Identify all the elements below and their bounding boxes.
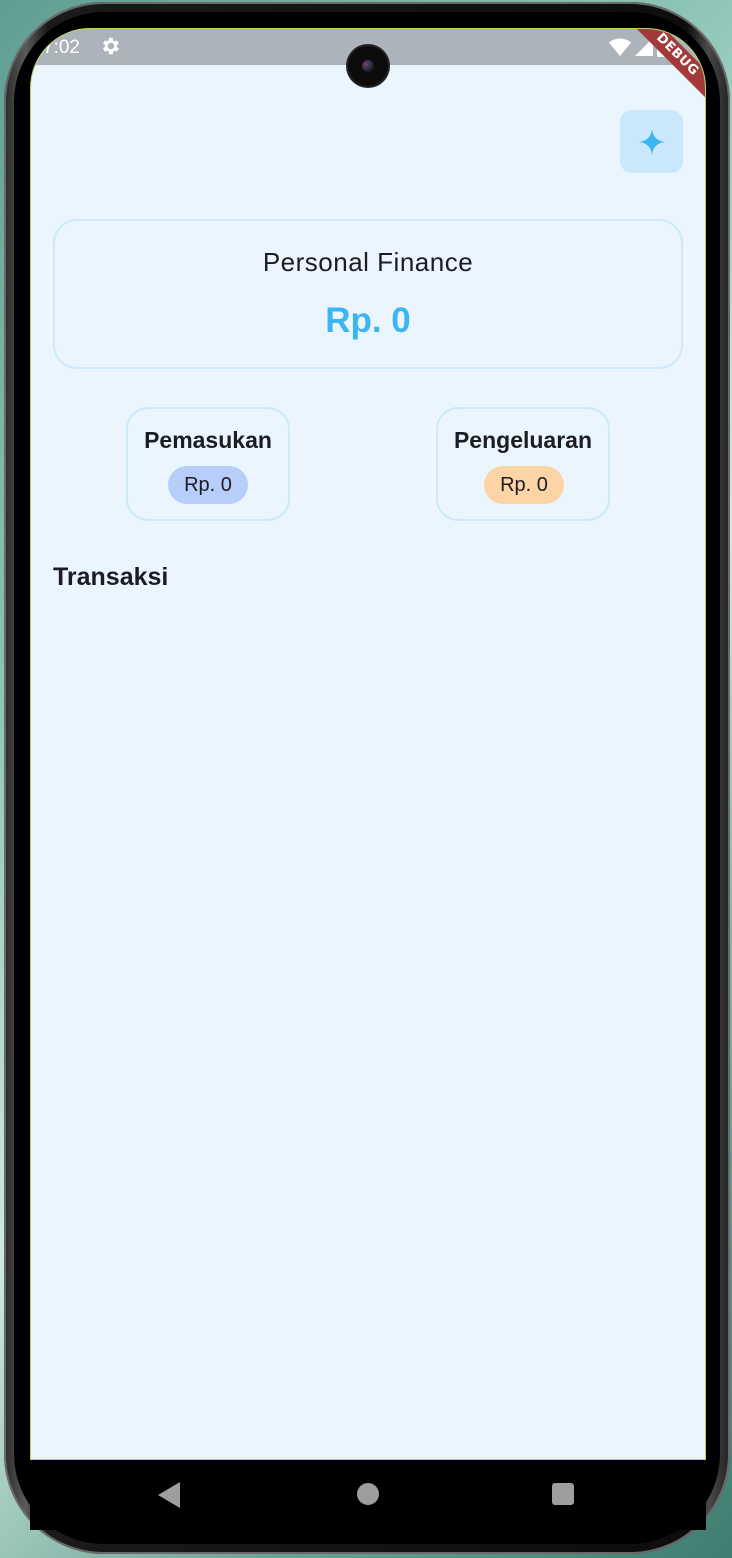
sparkle-icon	[638, 128, 665, 155]
wifi-icon	[609, 38, 631, 56]
app-screen: 7:02 DEBUG Personal Finance Rp. 0 Pemasu…	[30, 28, 706, 1460]
expense-amount-badge: Rp. 0	[484, 466, 564, 504]
back-triangle-icon[interactable]	[158, 1482, 182, 1508]
income-amount-badge: Rp. 0	[168, 466, 248, 504]
income-title: Pemasukan	[144, 427, 272, 453]
front-camera	[348, 46, 388, 86]
expense-card[interactable]: Pengeluaran Rp. 0	[436, 407, 610, 521]
app-title: Personal Finance	[262, 247, 474, 277]
magic-action-button[interactable]	[620, 110, 683, 173]
settings-gear-icon	[103, 37, 119, 55]
expense-title: Pengeluaran	[453, 427, 593, 453]
income-card[interactable]: Pemasukan Rp. 0	[126, 407, 290, 521]
system-navigation-bar	[30, 1460, 706, 1530]
recents-square-icon[interactable]	[551, 1482, 575, 1506]
home-circle-icon[interactable]	[356, 1482, 380, 1506]
transactions-heading: Transaksi	[53, 563, 169, 591]
status-time: 7:02	[43, 37, 80, 58]
total-balance: Rp. 0	[325, 301, 411, 340]
balance-summary-card: Personal Finance Rp. 0	[53, 219, 683, 369]
transactions-list	[53, 609, 683, 1429]
